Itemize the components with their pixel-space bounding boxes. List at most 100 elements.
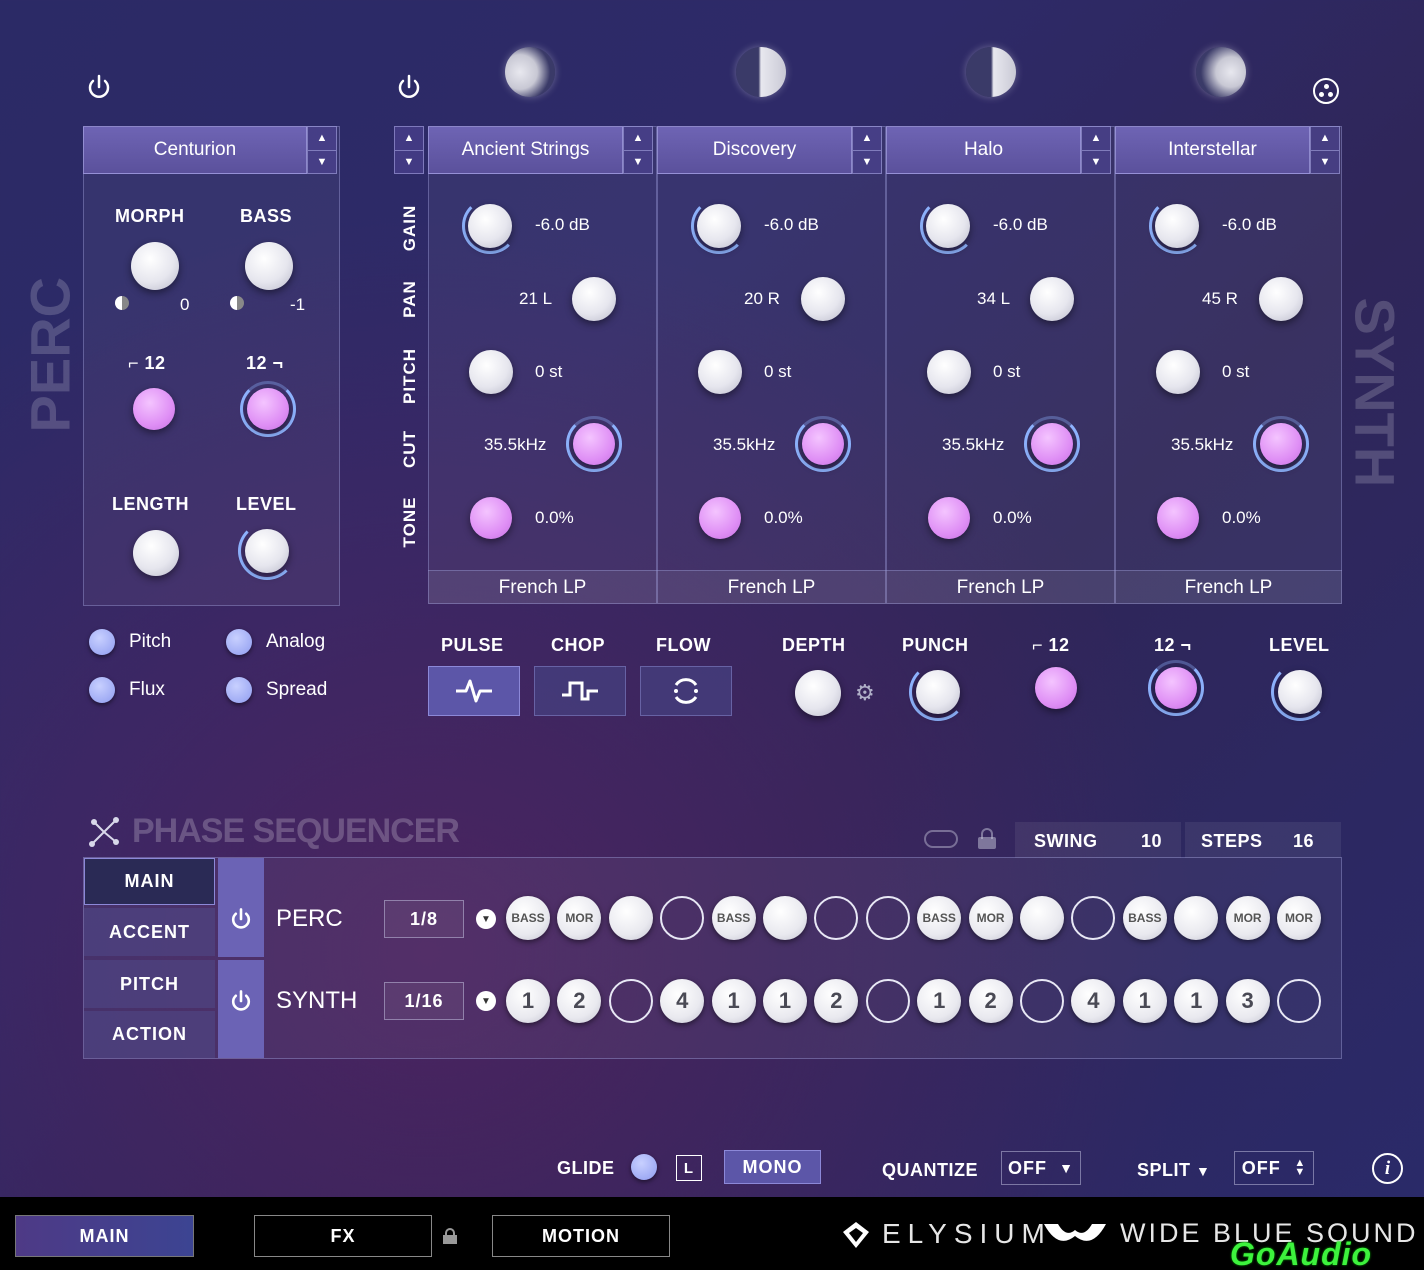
layer-3-gain-knob[interactable] (926, 204, 970, 248)
layer-4-pitch-knob[interactable] (1156, 350, 1200, 394)
synth-step-10[interactable]: 2 (968, 979, 1013, 1023)
down-arrow-icon[interactable]: ▼ (624, 149, 652, 174)
perc-preset-arrows[interactable]: ▲ ▼ (307, 126, 337, 174)
layer-2-filter-selector[interactable]: French LP (657, 570, 886, 604)
perc-hp-knob[interactable] (133, 388, 175, 430)
layer-1-tone-knob[interactable] (470, 497, 512, 539)
synth-step-6[interactable]: 1 (763, 979, 807, 1023)
layer-4-gain-knob[interactable] (1155, 204, 1199, 248)
perc-step-3[interactable] (608, 896, 653, 940)
synth-step-3[interactable] (608, 979, 653, 1023)
swing-value[interactable]: 10 (1141, 831, 1162, 852)
layer-3-pitch-knob[interactable] (927, 350, 971, 394)
punch-knob[interactable] (916, 670, 960, 714)
pitch-option-label[interactable]: Pitch (129, 631, 171, 653)
quantize-dropdown[interactable]: OFF ▼ (1001, 1151, 1081, 1185)
perc-preset-selector[interactable]: Centurion (83, 126, 307, 174)
tab-accent[interactable]: ACCENT (84, 908, 215, 956)
synth-step-15[interactable]: 3 (1225, 979, 1270, 1023)
flux-option-radio[interactable] (89, 677, 115, 703)
layer-1-gain-knob[interactable] (468, 204, 512, 248)
synth-preset-arrows[interactable]: ▲ ▼ (394, 126, 424, 174)
bass-knob[interactable] (245, 242, 293, 290)
chop-button[interactable] (534, 666, 626, 716)
synth-step-9[interactable]: 1 (917, 979, 962, 1023)
layer-4-tone-knob[interactable] (1157, 497, 1199, 539)
moon-phase-4-icon[interactable] (1196, 47, 1246, 97)
perc-rate-dropdown-icon[interactable]: ▼ (476, 909, 496, 929)
perc-step-14[interactable] (1174, 896, 1219, 940)
perc-power-icon[interactable] (84, 72, 114, 102)
pulse-button[interactable] (428, 666, 520, 716)
layer-4-arrows[interactable]: ▲ ▼ (1310, 126, 1340, 174)
up-arrow-icon[interactable]: ▲ (853, 127, 881, 150)
spread-option-radio[interactable] (226, 677, 252, 703)
synth-power-icon[interactable] (394, 72, 424, 102)
synth-step-1[interactable]: 1 (506, 979, 550, 1023)
length-knob[interactable] (133, 530, 179, 576)
layer-1-filter-selector[interactable]: French LP (428, 570, 657, 604)
perc-step-9[interactable]: BASS (917, 896, 962, 940)
info-icon[interactable]: i (1372, 1153, 1403, 1184)
layer-3-cut-knob[interactable] (1031, 423, 1073, 465)
glide-knob[interactable] (631, 1154, 657, 1180)
up-arrow-icon[interactable]: ▲ (1311, 127, 1339, 150)
moon-phase-2-icon[interactable] (736, 47, 786, 97)
up-arrow-icon[interactable]: ▲ (308, 127, 336, 150)
depth-knob[interactable] (795, 670, 841, 716)
layer-3-pan-knob[interactable] (1030, 277, 1074, 321)
perc-step-6[interactable] (763, 896, 807, 940)
synth-step-8[interactable] (865, 979, 910, 1023)
layer-2-tone-knob[interactable] (699, 497, 741, 539)
up-arrow-icon[interactable]: ▲ (624, 127, 652, 150)
analog-option-label[interactable]: Analog (266, 631, 325, 653)
perc-step-8[interactable] (865, 896, 910, 940)
layer-1-pan-knob[interactable] (572, 277, 616, 321)
moon-phase-3-icon[interactable] (966, 47, 1016, 97)
layer-2-cut-knob[interactable] (802, 423, 844, 465)
layer-2-gain-knob[interactable] (697, 204, 741, 248)
layer-3-tone-knob[interactable] (928, 497, 970, 539)
perc-step-16[interactable]: MOR (1277, 896, 1321, 940)
down-arrow-icon[interactable]: ▼ (1311, 149, 1339, 174)
gear-icon[interactable]: ⚙ (855, 680, 875, 706)
up-arrow-icon[interactable]: ▲ (395, 127, 423, 150)
tab-action[interactable]: ACTION (84, 1011, 215, 1058)
tab-main[interactable]: MAIN (84, 858, 215, 905)
synth-step-5[interactable]: 1 (711, 979, 756, 1023)
moon-phase-1-icon[interactable] (505, 47, 555, 97)
down-arrow-icon[interactable]: ▼ (308, 149, 336, 174)
perc-row-power-strip[interactable] (218, 858, 264, 957)
synth-rate-dropdown-icon[interactable]: ▼ (476, 991, 496, 1011)
up-arrow-icon[interactable]: ▲ (1082, 127, 1110, 150)
layer-2-pitch-knob[interactable] (698, 350, 742, 394)
layer-3-preset[interactable]: Halo (886, 126, 1081, 174)
nav-fx[interactable]: FX (254, 1215, 432, 1257)
link-icon[interactable] (924, 830, 958, 848)
synth-lp-knob[interactable] (1155, 667, 1197, 709)
layer-3-filter-selector[interactable]: French LP (886, 570, 1115, 604)
down-arrow-icon[interactable]: ▼ (1082, 149, 1110, 174)
perc-step-10[interactable]: MOR (968, 896, 1013, 940)
layer-1-pitch-knob[interactable] (469, 350, 513, 394)
layer-4-filter-selector[interactable]: French LP (1115, 570, 1342, 604)
perc-lp-knob[interactable] (247, 388, 289, 430)
synth-step-13[interactable]: 1 (1122, 979, 1167, 1023)
layer-4-cut-knob[interactable] (1260, 423, 1302, 465)
layer-2-preset[interactable]: Discovery (657, 126, 852, 174)
synth-row-power-strip[interactable] (218, 960, 264, 1058)
flow-button[interactable] (640, 666, 732, 716)
perc-step-5[interactable]: BASS (711, 896, 756, 940)
randomize-icon[interactable] (1313, 78, 1339, 104)
layer-1-preset[interactable]: Ancient Strings (428, 126, 623, 174)
spread-option-label[interactable]: Spread (266, 679, 327, 701)
steps-value[interactable]: 16 (1293, 831, 1314, 852)
pitch-option-radio[interactable] (89, 629, 115, 655)
split-dropdown[interactable]: OFF ▲ ▼ (1234, 1151, 1314, 1185)
layer-4-preset[interactable]: Interstellar (1115, 126, 1310, 174)
synth-step-4[interactable]: 4 (660, 979, 705, 1023)
nav-motion[interactable]: MOTION (492, 1215, 670, 1257)
lock-icon[interactable] (978, 828, 996, 849)
layer-2-pan-knob[interactable] (801, 277, 845, 321)
bass-mod-icon[interactable] (230, 296, 244, 310)
